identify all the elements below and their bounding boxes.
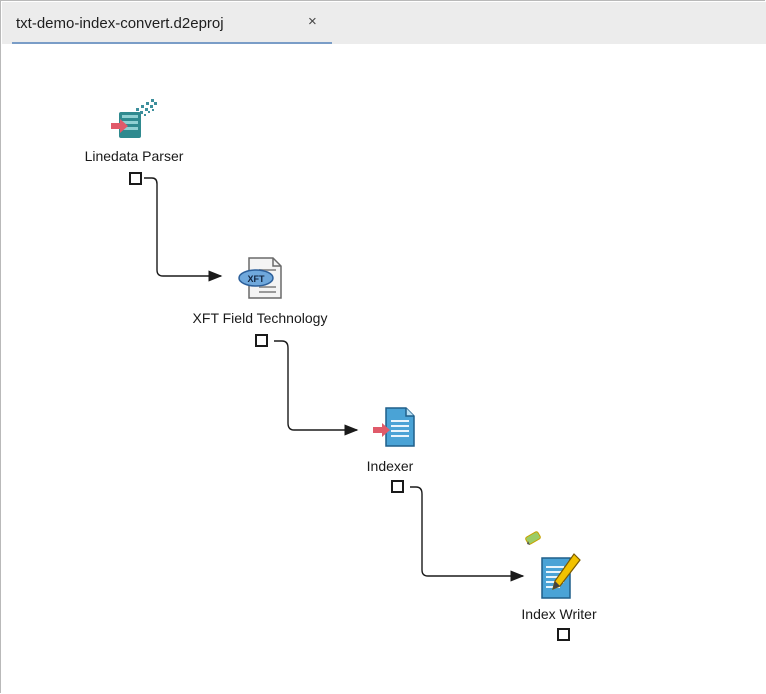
node-port-index-writer[interactable] — [557, 628, 570, 641]
tab-project[interactable]: txt-demo-index-convert.d2eproj × — [12, 2, 332, 44]
editor-window: txt-demo-index-convert.d2eproj × Linedat… — [0, 0, 766, 694]
node-port-xft-field-technology[interactable] — [255, 334, 268, 347]
svg-text:XFT: XFT — [248, 274, 266, 284]
node-port-indexer[interactable] — [391, 480, 404, 493]
edit-pencil-small-icon — [524, 528, 544, 548]
connector-indexer-to-writer[interactable] — [410, 486, 525, 582]
index-writer-icon[interactable] — [538, 552, 584, 600]
node-label-indexer: Indexer — [366, 458, 414, 474]
node-label-linedata-parser: Linedata Parser — [84, 148, 184, 164]
workflow-canvas[interactable]: Linedata Parser XFT XFT Field Technology — [2, 44, 766, 694]
connector-parser-to-xft[interactable] — [144, 177, 223, 282]
node-label-xft-field-technology: XFT Field Technology — [192, 310, 328, 326]
indexer-icon[interactable] — [372, 406, 418, 448]
connector-xft-to-indexer[interactable] — [274, 340, 359, 436]
close-icon[interactable]: × — [308, 13, 317, 31]
tab-bar: txt-demo-index-convert.d2eproj × — [2, 2, 766, 44]
tab-title: txt-demo-index-convert.d2eproj — [16, 15, 224, 32]
linedata-parser-icon[interactable] — [110, 98, 158, 142]
node-label-index-writer: Index Writer — [521, 606, 597, 622]
xft-field-technology-icon[interactable]: XFT — [235, 256, 287, 300]
node-port-linedata-parser[interactable] — [129, 172, 142, 185]
